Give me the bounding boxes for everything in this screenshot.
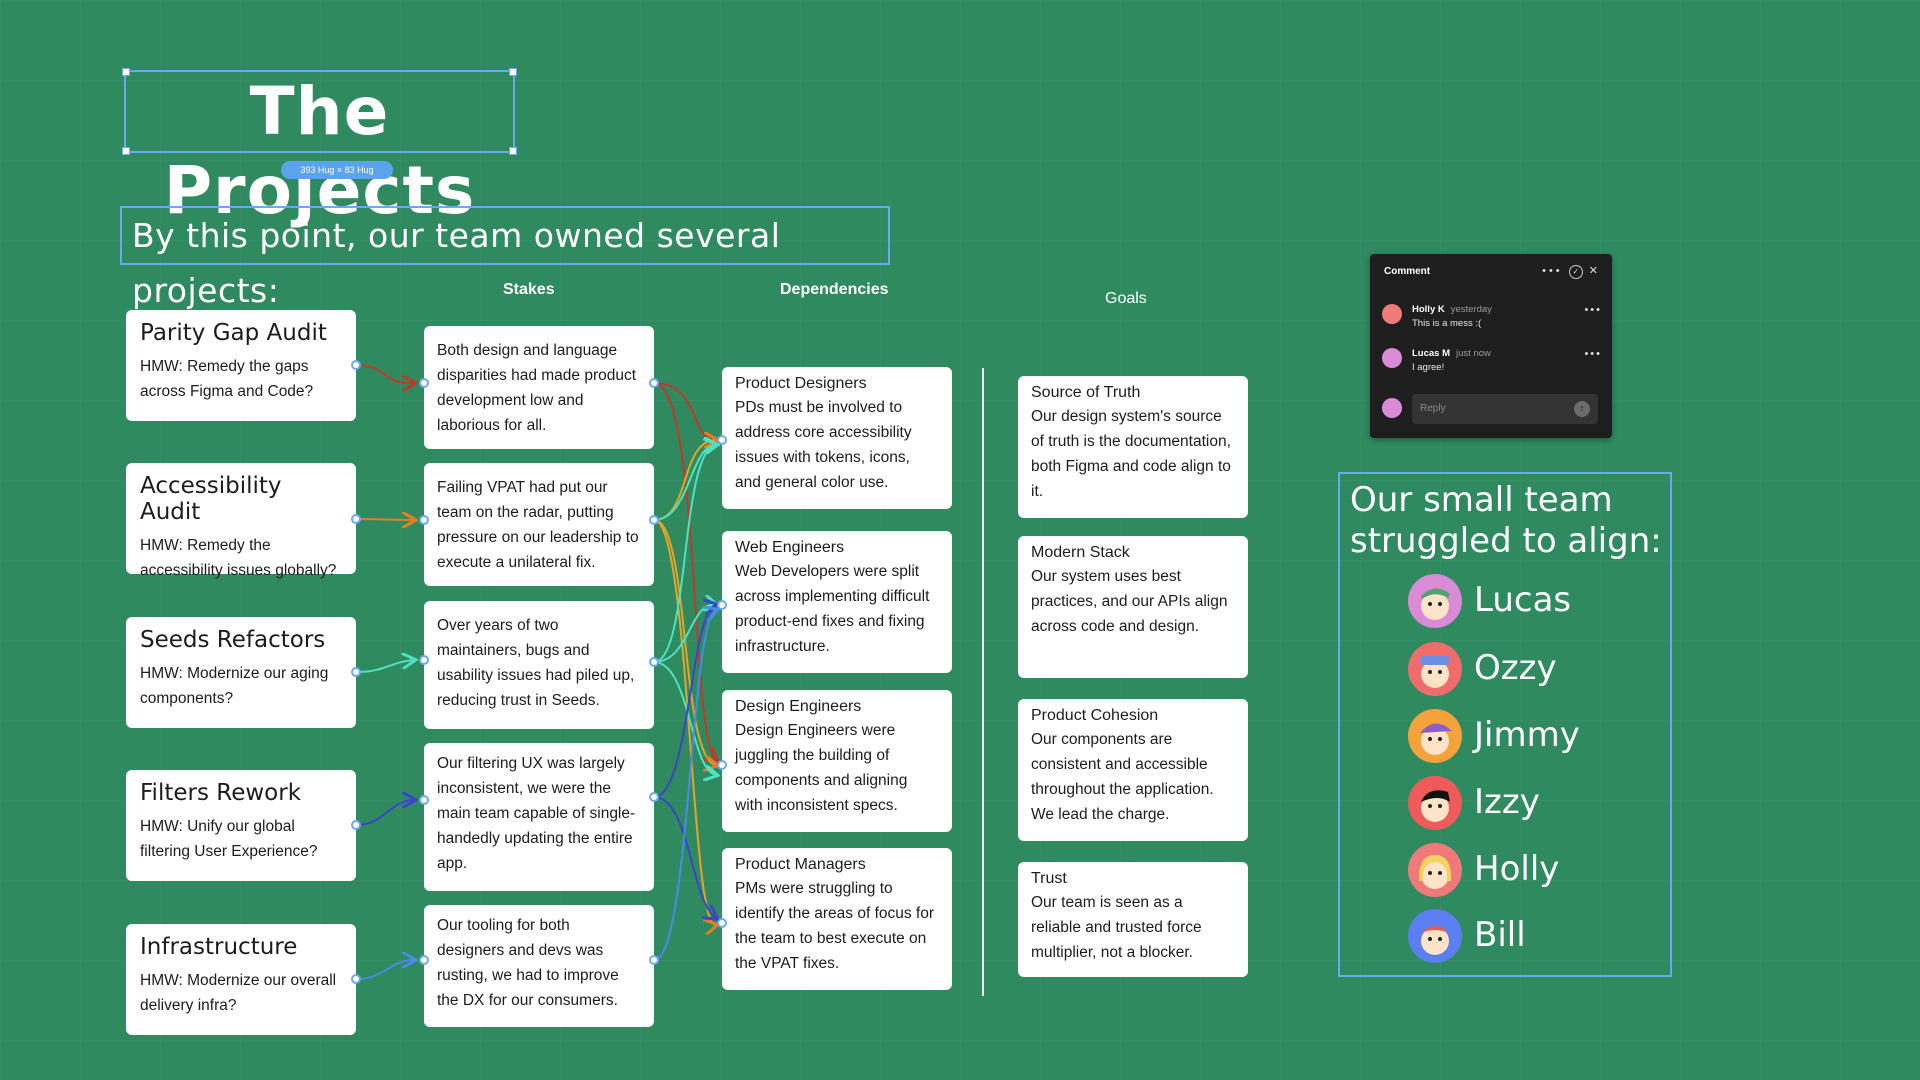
member-name: Ozzy [1474,648,1557,688]
connection-dot[interactable] [649,515,659,525]
comment-panel[interactable]: Comment ••• ✓ ✕ Holly K yesterday This is… [1370,254,1612,438]
connection-dot[interactable] [351,360,361,370]
reply-placeholder: Reply [1420,403,1446,414]
avatar-holly-icon [1382,304,1402,324]
comment-author: Holly K [1412,304,1445,315]
arrow-connector [653,382,716,440]
connection-dot[interactable] [717,918,727,928]
arrow-connector [355,800,414,826]
arrow-connector [355,519,414,520]
connection-dot[interactable] [419,655,429,665]
connection-dot[interactable] [351,820,361,830]
connection-dot[interactable] [649,378,659,388]
connection-dot[interactable] [649,657,659,667]
member-name: Holly [1474,849,1560,889]
connection-dot[interactable] [419,378,429,388]
comment-actions: ••• ✓ ✕ [1542,264,1598,279]
close-icon[interactable]: ✕ [1589,265,1598,277]
arrow-connector [355,364,414,383]
arrow-connector [653,796,716,918]
resolve-check-icon[interactable]: ✓ [1568,265,1583,279]
avatar-self-icon [1382,398,1402,418]
member-name: Izzy [1474,782,1540,822]
team-title: Our small team struggled to align: [1350,480,1662,561]
comment-time: yesterday [1450,304,1492,315]
connection-dot[interactable] [419,795,429,805]
member-name: Lucas [1474,580,1572,620]
connection-dot[interactable] [351,514,361,524]
connection-dot[interactable] [649,792,659,802]
avatar-bill-icon [1408,909,1462,963]
connection-dot[interactable] [419,515,429,525]
send-arrow-icon[interactable]: ↑ [1574,401,1590,417]
comment-text: I agree! [1412,362,1445,373]
member-name: Bill [1474,915,1526,955]
connection-dot[interactable] [351,667,361,677]
connection-dot[interactable] [419,955,429,965]
reply-input[interactable]: Reply ↑ [1412,394,1598,424]
arrow-connector [355,960,414,980]
more-icon[interactable]: ••• [1584,304,1602,316]
more-icon[interactable]: ••• [1542,265,1563,277]
avatar-ozzy-icon [1408,642,1462,696]
connection-dot[interactable] [717,435,727,445]
comment-author: Lucas M [1412,348,1451,359]
arrow-connector [355,660,414,673]
comment-text: This is a mess :( [1412,318,1482,329]
connection-dot[interactable] [351,974,361,984]
avatar-lucas-icon [1382,348,1402,368]
member-name: Jimmy [1474,715,1580,755]
more-icon[interactable]: ••• [1584,348,1602,360]
comment-header: Comment [1384,266,1431,277]
avatar-lucas-icon [1408,574,1462,628]
avatar-izzy-icon [1408,776,1462,830]
comment-time: just now [1456,348,1491,359]
team-box[interactable]: Our small team struggled to align: Lucas… [1338,472,1672,977]
connection-dot[interactable] [717,600,727,610]
avatar-jimmy-icon [1408,709,1462,763]
connection-dot[interactable] [717,760,727,770]
avatar-holly-icon [1408,843,1462,897]
connection-dot[interactable] [649,955,659,965]
